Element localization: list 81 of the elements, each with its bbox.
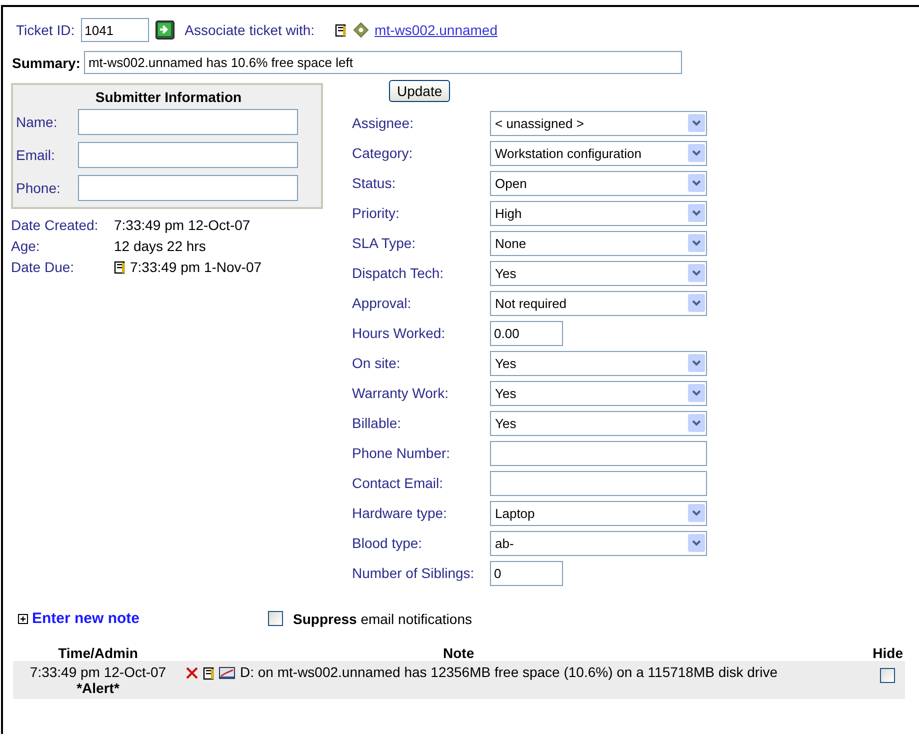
field-label: Phone:	[16, 180, 62, 196]
column-header: Note	[183, 645, 871, 661]
field-label: Age:	[11, 238, 41, 254]
input-field[interactable]: 1041	[80, 18, 149, 42]
input-field[interactable]	[78, 175, 298, 201]
field-label: Contact Email:	[352, 475, 444, 491]
field-label: Warranty Work:	[352, 385, 450, 401]
checkbox[interactable]	[268, 611, 283, 626]
input-field[interactable]: mt-ws002.unnamed has 10.6% free space left	[84, 51, 682, 74]
chevron-icon	[688, 144, 705, 162]
notepad-icon	[203, 666, 215, 680]
notepad-icon	[334, 24, 347, 36]
chevron-icon	[688, 504, 705, 522]
field-label: Billable:	[352, 415, 402, 431]
field-label: Associate ticket with:	[184, 22, 315, 38]
delete-icon[interactable]	[185, 666, 199, 680]
dropdown[interactable]: Not required	[490, 290, 707, 316]
note-author: *Alert*	[76, 680, 120, 696]
chevron-icon	[688, 174, 705, 192]
field-label: Hardware type:	[352, 505, 448, 521]
dropdown[interactable]: Yes	[490, 410, 707, 436]
field-label: Summary:	[12, 54, 80, 70]
chevron-icon	[688, 234, 705, 252]
field-label: Hours Worked:	[352, 325, 446, 341]
expand-icon[interactable]	[18, 614, 28, 624]
device-link[interactable]: mt-ws002.unnamed	[374, 22, 498, 38]
input-field[interactable]: 0	[490, 560, 563, 586]
dropdown[interactable]: Workstation configuration	[490, 140, 707, 166]
chevron-icon	[688, 204, 705, 222]
field-label: SLA Type:	[352, 235, 417, 251]
dropdown[interactable]: High	[490, 200, 707, 226]
column-header: Time/Admin	[13, 645, 183, 661]
column-header: Hide	[870, 645, 905, 661]
field-label: Status:	[352, 175, 397, 191]
field-label: On site:	[352, 355, 402, 371]
chevron-icon	[688, 294, 705, 312]
update-button[interactable]: Update	[389, 80, 450, 102]
chevron-icon	[688, 354, 705, 372]
add-note-link[interactable]: Enter new note	[32, 610, 140, 627]
field-label: Name:	[16, 114, 58, 130]
checkbox-label: Suppress email notifications	[293, 610, 472, 626]
dropdown[interactable]: < unassigned >	[490, 110, 707, 136]
checkbox[interactable]	[880, 668, 896, 683]
chevron-icon	[688, 414, 705, 432]
note-time: 7:33:49 pm 12-Oct-07	[28, 664, 168, 680]
chevron-icon	[688, 534, 705, 552]
dropdown[interactable]: Open	[490, 170, 707, 196]
field-label: Priority:	[352, 205, 400, 221]
input-field[interactable]	[78, 142, 298, 168]
dropdown[interactable]: Laptop	[490, 500, 707, 526]
field-label: Date Created:	[11, 217, 100, 233]
field-value: 7:33:49 pm 1-Nov-07	[130, 259, 262, 275]
input-field[interactable]	[490, 470, 707, 496]
dropdown[interactable]: None	[490, 230, 707, 256]
dropdown[interactable]: Yes	[490, 260, 707, 286]
field-label: Dispatch Tech:	[352, 265, 445, 281]
field-value: 7:33:49 pm 12-Oct-07	[114, 217, 250, 233]
field-label: Ticket ID:	[16, 22, 75, 38]
field-label: Phone Number:	[352, 445, 452, 461]
notepad-icon	[114, 260, 126, 274]
field-label: Approval:	[352, 295, 412, 311]
dropdown[interactable]: Yes	[490, 350, 707, 376]
panel-title: Submitter Information	[94, 89, 243, 105]
field-label: Category:	[352, 145, 414, 161]
dropdown[interactable]: Yes	[490, 380, 707, 406]
field-label: Date Due:	[11, 259, 76, 275]
note-text: D: on mt-ws002.unnamed has 12356MB free space (10.6%) on a 115718MB disk drive	[240, 664, 778, 680]
field-label: Email:	[16, 147, 56, 163]
chevron-icon	[688, 264, 705, 282]
field-label: Assignee:	[352, 115, 414, 131]
chevron-icon	[688, 384, 705, 402]
input-field[interactable]	[78, 109, 298, 135]
field-value: 12 days 22 hrs	[114, 238, 206, 254]
chevron-icon	[688, 114, 705, 132]
dropdown[interactable]: ab-	[490, 530, 707, 556]
diamond-icon	[352, 22, 369, 38]
field-label: Number of Siblings:	[352, 565, 476, 581]
chart-icon[interactable]	[219, 667, 235, 679]
field-label: Blood type:	[352, 535, 424, 551]
input-field[interactable]: 0.00	[490, 320, 563, 346]
input-field[interactable]	[490, 440, 707, 466]
